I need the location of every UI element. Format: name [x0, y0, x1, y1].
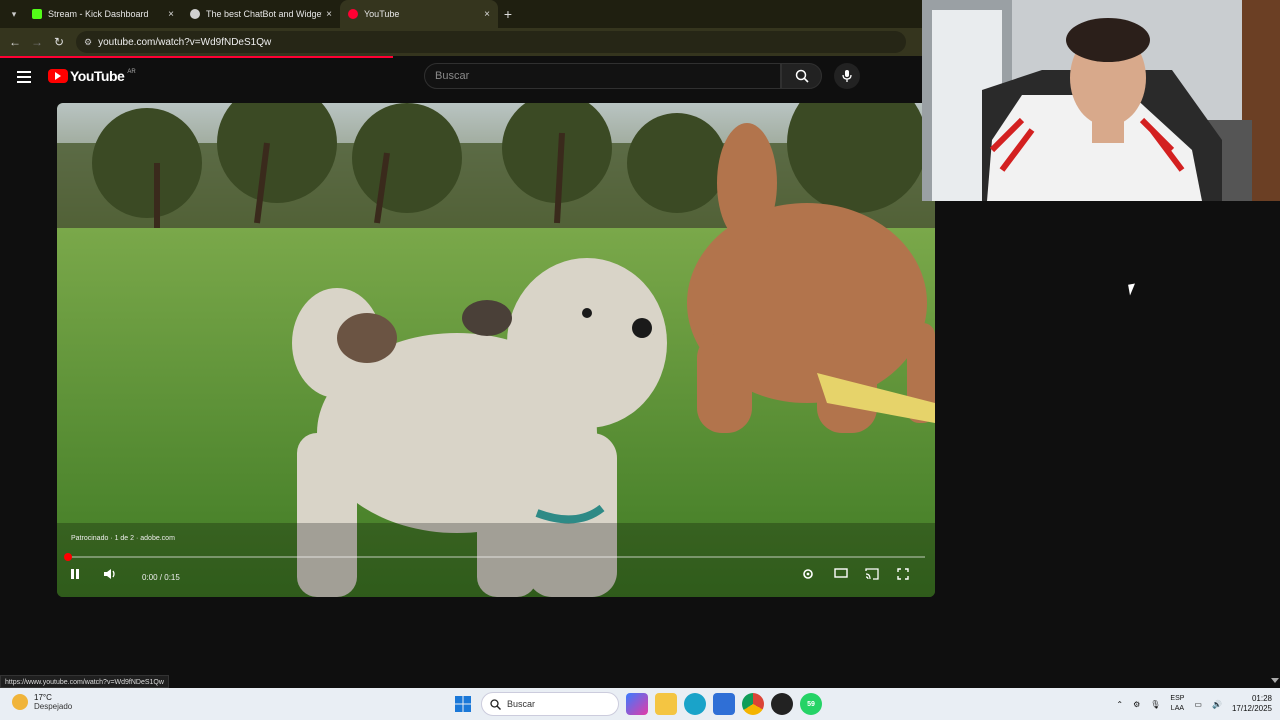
windows-logo-icon — [455, 696, 471, 712]
theater-icon — [834, 568, 848, 578]
volume-button[interactable] — [103, 568, 123, 588]
microphone-icon[interactable]: 🎙 — [1150, 700, 1160, 709]
start-button[interactable] — [452, 693, 474, 715]
youtube-favicon-icon — [348, 9, 358, 19]
settings-button[interactable] — [802, 568, 822, 588]
tab-title: YouTube — [364, 9, 400, 19]
address-bar[interactable]: ⚙ youtube.com/watch?v=Wd9fNDeS1Qw — [76, 31, 906, 53]
fullscreen-button[interactable] — [897, 568, 917, 588]
clock-time: 01:28 — [1251, 694, 1272, 703]
microphone-icon — [842, 70, 852, 82]
status-bar-url: https://www.youtube.com/watch?v=Wd9fNDeS… — [0, 675, 169, 688]
scroll-down-arrow-icon[interactable] — [1271, 678, 1279, 683]
cast-button[interactable] — [865, 568, 885, 588]
youtube-logo[interactable]: YouTube AR — [48, 68, 136, 84]
cast-icon — [865, 568, 879, 580]
browser-window: ▾ Stream - Kick Dashboard × The best Cha… — [0, 0, 935, 688]
scrubber-handle[interactable] — [64, 553, 72, 561]
weather-widget[interactable]: 17°C Despejado — [12, 693, 72, 711]
time-display: 0:00 / 0:15 — [142, 573, 180, 582]
browser-toolbar: ← → ↻ ⚙ youtube.com/watch?v=Wd9fNDeS1Qw — [0, 28, 922, 56]
address-url: youtube.com/watch?v=Wd9fNDeS1Qw — [98, 36, 272, 48]
obs-icon[interactable] — [771, 693, 793, 715]
chatbot-favicon-icon — [190, 9, 200, 19]
moon-weather-icon — [12, 694, 28, 710]
display-icon[interactable]: ▭ — [1194, 700, 1202, 709]
fullscreen-icon — [897, 568, 909, 580]
whatsapp-icon[interactable]: 59 — [800, 693, 822, 715]
sponsored-label[interactable]: Patrocinado · 1 de 2 · adobe.com — [71, 535, 175, 542]
back-arrow-icon[interactable]: ← — [4, 35, 26, 49]
mouse-cursor — [1128, 283, 1137, 296]
site-info-icon[interactable]: ⚙ — [84, 37, 92, 48]
taskbar-search[interactable]: Buscar — [481, 692, 619, 716]
logo-text: YouTube — [70, 68, 125, 84]
tab-strip: ▾ Stream - Kick Dashboard × The best Cha… — [0, 0, 922, 28]
file-explorer-icon[interactable] — [655, 693, 677, 715]
search-button[interactable] — [781, 63, 822, 89]
tab-close-icon[interactable]: × — [484, 9, 490, 20]
clock[interactable]: 01:28 17/12/2025 — [1232, 694, 1272, 714]
search-input[interactable]: Buscar — [424, 63, 781, 89]
lang-top: ESP — [1170, 695, 1185, 702]
tab-search-button[interactable]: ▾ — [4, 4, 24, 24]
language-indicator[interactable]: ESP LAA — [1170, 694, 1184, 714]
volume-icon — [104, 569, 115, 579]
menu-icon[interactable] — [17, 71, 31, 83]
youtube-header: YouTube AR Buscar — [0, 59, 922, 99]
video-player[interactable]: Patrocinado · 1 de 2 · adobe.com 0:00 / … — [57, 103, 935, 597]
clock-date: 17/12/2025 — [1231, 704, 1272, 713]
voice-search-button[interactable] — [834, 63, 860, 89]
webcam-image — [922, 0, 1280, 201]
theater-mode-button[interactable] — [834, 568, 854, 588]
video-frame — [57, 103, 935, 597]
gear-icon — [803, 569, 813, 579]
store-icon[interactable] — [713, 693, 735, 715]
taskbar-apps: Buscar 59 — [452, 692, 822, 716]
edge-icon[interactable] — [684, 693, 706, 715]
reload-icon[interactable]: ↻ — [48, 35, 70, 49]
speaker-icon[interactable]: 🔊 — [1212, 700, 1222, 709]
copilot-icon[interactable] — [626, 693, 648, 715]
youtube-play-logo-icon — [48, 69, 68, 83]
search-icon — [795, 69, 809, 83]
tab-chatbot[interactable]: The best ChatBot and Widgets × — [182, 0, 340, 28]
tab-title: Stream - Kick Dashboard — [48, 9, 149, 19]
lang-bottom: LAA — [1170, 705, 1185, 712]
country-code: AR — [127, 69, 136, 75]
tab-close-icon[interactable]: × — [168, 9, 174, 20]
chrome-icon[interactable] — [742, 693, 764, 715]
tab-title: The best ChatBot and Widgets — [206, 9, 323, 19]
whatsapp-badge: 59 — [807, 700, 815, 708]
weather-desc: Despejado — [34, 702, 73, 711]
windows-taskbar: 17°C Despejado Buscar 59 ⌃ ⚙ 🎙 ESP LAA ▭… — [0, 688, 1280, 720]
new-tab-button[interactable]: + — [498, 6, 518, 22]
weather-temp: 17°C — [34, 693, 52, 702]
kick-favicon-icon — [32, 9, 42, 19]
system-tray: ⌃ ⚙ 🎙 ESP LAA ▭ 🔊 01:28 17/12/2025 — [1116, 694, 1272, 714]
taskbar-search-label: Buscar — [507, 699, 536, 709]
tab-close-icon[interactable]: × — [326, 9, 332, 20]
show-hidden-icons-chevron-icon[interactable]: ⌃ — [1116, 700, 1123, 709]
pause-button[interactable] — [69, 568, 89, 588]
search-icon — [490, 698, 501, 710]
progress-bar[interactable] — [64, 553, 925, 561]
forward-arrow-icon[interactable]: → — [26, 35, 48, 49]
tab-youtube[interactable]: YouTube × — [340, 0, 498, 28]
pause-icon — [71, 569, 79, 579]
tab-kick[interactable]: Stream - Kick Dashboard × — [24, 0, 182, 28]
webcam-overlay — [922, 0, 1280, 201]
network-settings-icon[interactable]: ⚙ — [1133, 700, 1140, 709]
